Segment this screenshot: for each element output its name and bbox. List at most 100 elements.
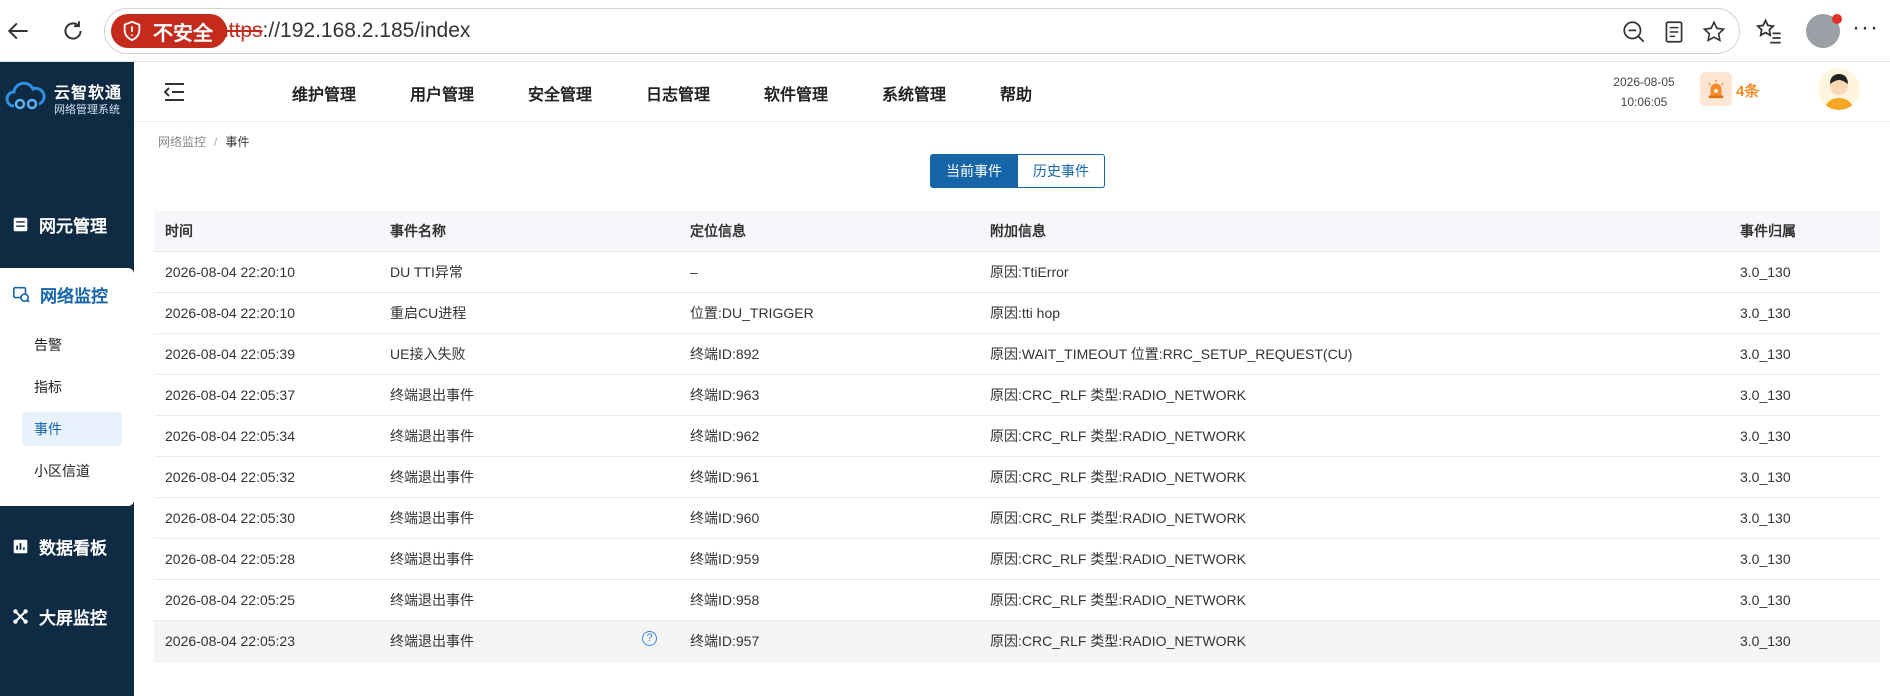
cell-owner: 3.0_130 <box>1729 251 1880 293</box>
cell-event-name-text: 终端退出事件 <box>390 632 474 649</box>
table-row[interactable]: 2026-08-04 22:05:30 终端退出事件 终端ID:960 原因:CRC_… <box>154 497 1880 539</box>
url-protocol: https <box>217 19 263 42</box>
cell-owner: 3.0_130 <box>1729 415 1880 457</box>
table-row[interactable]: 2026-08-04 22:05:37 终端退出事件 终端ID:963 原因:CRC_… <box>154 374 1880 416</box>
app-logo[interactable]: 云智软通 网络管理系统 <box>4 76 132 120</box>
nav-system[interactable]: 系统管理 <box>882 81 946 105</box>
screen-monitor-icon <box>13 608 28 624</box>
sidebar: 云智软通 网络管理系统 网元管理 网络监控 告警 指标 事件 小区信道 数据看板… <box>0 62 134 696</box>
column-header-owner: 事件归属 <box>1729 211 1880 252</box>
sidebar-item-dashboard[interactable]: 数据看板 <box>0 518 134 574</box>
cell-event-name: DU TTI异常 <box>379 251 679 293</box>
column-header-extra-info: 附加信息 <box>979 211 1729 252</box>
user-avatar[interactable] <box>1818 68 1860 110</box>
cell-owner: 3.0_130 <box>1729 620 1880 662</box>
cell-time: 2026-08-04 22:05:30 <box>154 497 379 539</box>
top-navbar: 维护管理 用户管理 安全管理 日志管理 软件管理 系统管理 帮助 2026-08… <box>134 62 1890 122</box>
cell-time: 2026-08-04 22:05:39 <box>154 333 379 375</box>
menu-collapse-icon[interactable] <box>162 82 186 102</box>
cell-event-name: 终端退出事件 <box>379 415 679 457</box>
table-row[interactable]: 2026-08-04 22:05:23 终端退出事件? 终端ID:957 原因:CRC… <box>154 620 1880 662</box>
address-bar[interactable]: 不安全 https://192.168.2.185/index <box>104 8 1740 54</box>
cell-owner: 3.0_130 <box>1729 333 1880 375</box>
nav-security[interactable]: 安全管理 <box>528 81 592 105</box>
cell-location: 终端ID:892 <box>679 333 979 375</box>
cell-time: 2026-08-04 22:05:37 <box>154 374 379 416</box>
cell-owner: 3.0_130 <box>1729 292 1880 334</box>
sidebar-item-network-element[interactable]: 网元管理 <box>0 196 134 252</box>
alarm-indicator[interactable]: 4条 <box>1700 72 1764 108</box>
sidebar-item-bigscreen[interactable]: 大屏监控 <box>0 588 134 644</box>
sidebar-subitem-events[interactable]: 事件 <box>22 412 122 446</box>
sidebar-submenu-panel: 网络监控 告警 指标 事件 小区信道 <box>0 268 134 506</box>
cell-extra-info: 原因:CRC_RLF 类型:RADIO_NETWORK <box>979 497 1729 539</box>
bar-chart-icon <box>13 539 28 553</box>
table-row[interactable]: 2026-08-04 22:05:28 终端退出事件 终端ID:959 原因:CRC_… <box>154 538 1880 580</box>
tab-current-events[interactable]: 当前事件 <box>930 154 1018 188</box>
more-options-icon[interactable]: ··· <box>1852 14 1879 42</box>
table-row[interactable]: 2026-08-04 22:05:25 终端退出事件 终端ID:958 原因:CRC_… <box>154 579 1880 621</box>
profile-notification-dot <box>1832 14 1842 24</box>
cell-extra-info: 原因:WAIT_TIMEOUT 位置:RRC_SETUP_REQUEST(CU) <box>979 333 1729 375</box>
events-table: 时间 事件名称 定位信息 附加信息 事件归属 2026-08-04 22:20:… <box>154 211 1880 662</box>
cell-owner: 3.0_130 <box>1729 497 1880 539</box>
cell-event-name: 终端退出事件 <box>379 456 679 498</box>
cell-time: 2026-08-04 22:05:32 <box>154 456 379 498</box>
breadcrumb: 网络监控 / 事件 <box>158 133 249 150</box>
reader-mode-icon[interactable] <box>1661 19 1687 45</box>
app-name: 云智软通 <box>54 85 123 102</box>
app-subtitle: 网络管理系统 <box>54 104 120 116</box>
back-button[interactable] <box>2 14 36 48</box>
cell-owner: 3.0_130 <box>1729 538 1880 580</box>
cell-event-name: 终端退出事件 <box>379 497 679 539</box>
alarm-box <box>1700 72 1732 106</box>
cell-location: 终端ID:962 <box>679 415 979 457</box>
cell-location: 终端ID:961 <box>679 456 979 498</box>
cell-location: 终端ID:958 <box>679 579 979 621</box>
cell-event-name: 重启CU进程 <box>379 292 679 334</box>
url-text: https://192.168.2.185/index <box>217 19 470 43</box>
browser-toolbar: 不安全 https://192.168.2.185/index ··· <box>0 0 1890 62</box>
breadcrumb-parent[interactable]: 网络监控 <box>158 135 206 149</box>
table-row[interactable]: 2026-08-04 22:05:39 UE接入失败 终端ID:892 原因:WAIT… <box>154 333 1880 375</box>
nav-help[interactable]: 帮助 <box>1000 81 1032 105</box>
column-header-time: 时间 <box>154 211 379 252</box>
cell-time: 2026-08-04 22:20:10 <box>154 251 379 293</box>
table-row[interactable]: 2026-08-04 22:05:34 终端退出事件 终端ID:962 原因:CRC_… <box>154 415 1880 457</box>
sidebar-subitem-alarm[interactable]: 告警 <box>22 328 122 362</box>
star-icon[interactable] <box>1701 19 1727 45</box>
sidebar-subitem-metrics[interactable]: 指标 <box>22 370 122 404</box>
nav-logs[interactable]: 日志管理 <box>646 81 710 105</box>
arrow-left-icon <box>7 22 28 40</box>
cloud-logo-icon <box>5 81 46 110</box>
help-icon[interactable]: ? <box>642 630 657 646</box>
cell-time: 2026-08-04 22:05:34 <box>154 415 379 457</box>
cell-event-name: 终端退出事件 <box>379 579 679 621</box>
cell-event-name: UE接入失败 <box>379 333 679 375</box>
insecure-badge[interactable]: 不安全 <box>111 14 227 48</box>
cell-location: 位置:DU_TRIGGER <box>679 292 979 334</box>
favorites-button[interactable] <box>1752 14 1786 48</box>
sidebar-item-label: 数据看板 <box>39 538 107 558</box>
sidebar-item-network-monitor[interactable]: 网络监控 <box>0 276 134 312</box>
table-row[interactable]: 2026-08-04 22:05:32 终端退出事件 终端ID:961 原因:CRC_… <box>154 456 1880 498</box>
sidebar-subitem-cell-channel[interactable]: 小区信道 <box>22 454 122 488</box>
cell-owner: 3.0_130 <box>1729 579 1880 621</box>
cell-location: 终端ID:957 <box>679 620 979 662</box>
reload-button[interactable] <box>56 14 90 48</box>
zoom-out-icon[interactable] <box>1621 19 1647 45</box>
table-row[interactable]: 2026-08-04 22:20:10 重启CU进程 位置:DU_TRIGGER 原因… <box>154 292 1880 334</box>
table-row[interactable]: 2026-08-04 22:20:10 DU TTI异常 – 原因:TtiError 3… <box>154 251 1880 293</box>
reload-icon <box>64 21 82 40</box>
cell-location: 终端ID:960 <box>679 497 979 539</box>
insecure-label: 不安全 <box>153 22 213 45</box>
cell-time: 2026-08-04 22:05:28 <box>154 538 379 580</box>
cell-time: 2026-08-04 22:05:23 <box>154 620 379 662</box>
nav-maintenance[interactable]: 维护管理 <box>292 81 356 105</box>
table-header-row: 时间 事件名称 定位信息 附加信息 事件归属 <box>154 211 1880 252</box>
tab-history-events[interactable]: 历史事件 <box>1018 154 1105 188</box>
nav-users[interactable]: 用户管理 <box>410 81 474 105</box>
nav-software[interactable]: 软件管理 <box>764 81 828 105</box>
cell-extra-info: 原因:CRC_RLF 类型:RADIO_NETWORK <box>979 538 1729 580</box>
column-header-location: 定位信息 <box>679 211 979 252</box>
